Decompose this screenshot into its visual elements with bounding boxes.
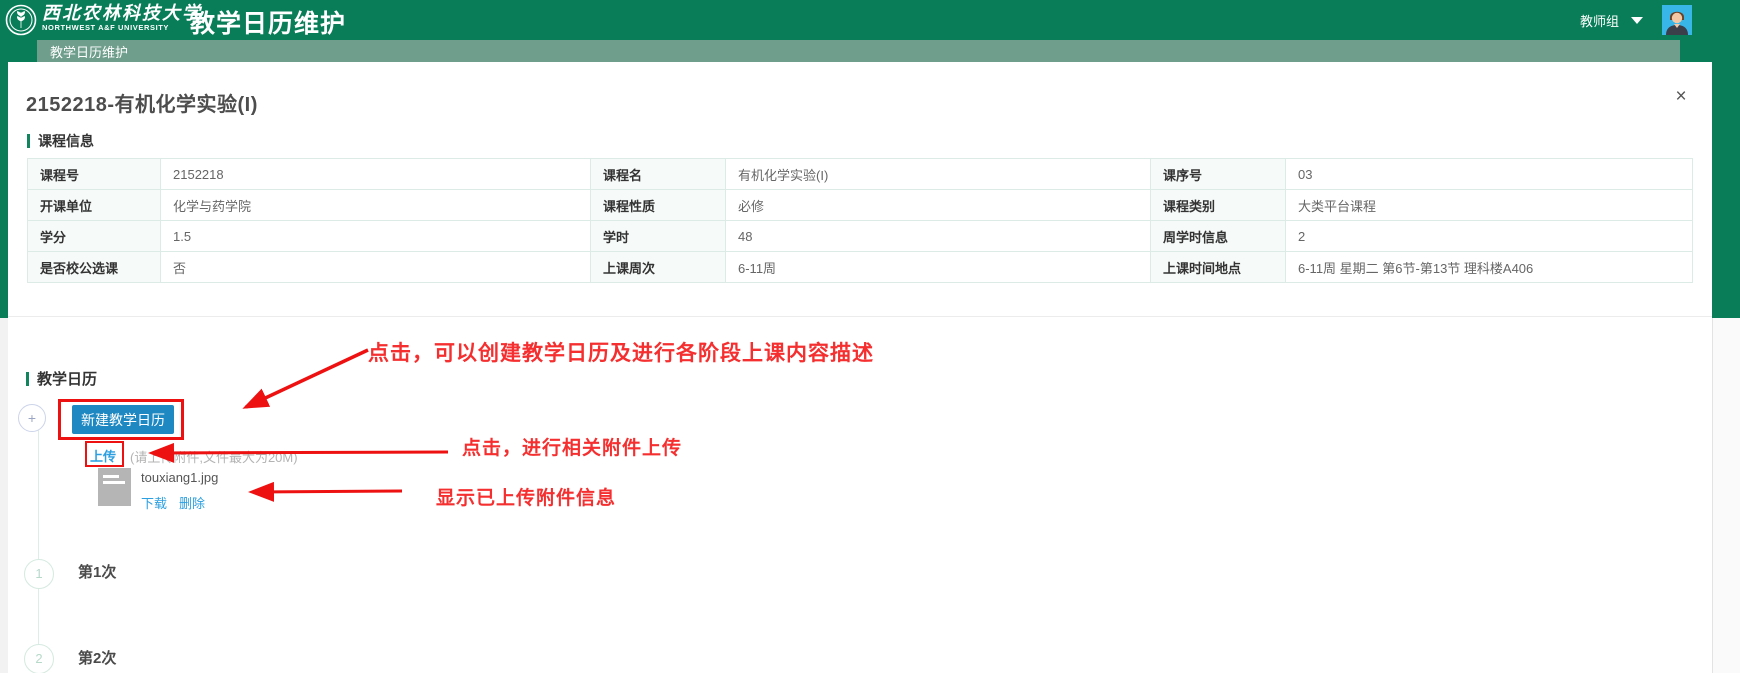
step-label-2: 第2次 <box>78 647 116 668</box>
field-label: 上课时间地点 <box>1151 252 1286 283</box>
section-divider <box>8 316 1712 317</box>
annotation-attachment-hint: 显示已上传附件信息 <box>436 483 616 510</box>
file-icon <box>98 468 131 506</box>
course-info-table: 课程号 2152218 课程名 有机化学实验(I) 课序号 03 开课单位 化学… <box>27 158 1693 283</box>
secondary-nav-bar: 教学日历维护 <box>0 40 1740 62</box>
field-label: 开课单位 <box>28 190 161 221</box>
field-value: 大类平台课程 <box>1286 190 1693 221</box>
timeline-add-node[interactable]: + <box>18 404 46 432</box>
user-role-dropdown[interactable]: 教师组 <box>1580 0 1643 40</box>
field-label: 课程号 <box>28 159 161 190</box>
field-value: 48 <box>726 221 1151 252</box>
background-strip <box>0 62 8 318</box>
field-label: 学分 <box>28 221 161 252</box>
page-title: 教学日历维护 <box>190 4 346 40</box>
attachment-actions: 下载 删除 <box>141 493 205 512</box>
person-icon <box>1662 5 1692 35</box>
university-logo-icon <box>5 4 37 36</box>
section-marker <box>26 372 29 386</box>
user-role-label: 教师组 <box>1580 11 1619 30</box>
timeline-line <box>38 430 39 673</box>
table-row: 开课单位 化学与药学院 课程性质 必修 课程类别 大类平台课程 <box>28 190 1693 221</box>
field-value: 2 <box>1286 221 1693 252</box>
field-label: 上课周次 <box>591 252 726 283</box>
field-value: 6-11周 <box>726 252 1151 283</box>
download-link[interactable]: 下载 <box>141 493 167 512</box>
field-label: 课序号 <box>1151 159 1286 190</box>
course-info-section-title: 课程信息 <box>38 131 94 151</box>
top-header-bar: 西北农林科技大学 NORTHWEST A&F UNIVERSITY 教学日历维护… <box>0 0 1740 40</box>
avatar[interactable] <box>1662 5 1692 35</box>
background-strip <box>1712 318 1740 673</box>
field-value: 1.5 <box>161 221 591 252</box>
section-marker <box>27 134 30 148</box>
calendar-section-title: 教学日历 <box>37 368 97 389</box>
field-value: 必修 <box>726 190 1151 221</box>
course-detail-panel <box>8 62 1712 673</box>
nav-bar-fill: 教学日历维护 <box>37 40 1680 62</box>
field-label: 学时 <box>591 221 726 252</box>
tab-teaching-calendar[interactable]: 教学日历维护 <box>50 40 128 62</box>
table-row: 课程号 2152218 课程名 有机化学实验(I) 课序号 03 <box>28 159 1693 190</box>
university-name-zh: 西北农林科技大学 <box>42 3 202 23</box>
field-label: 是否校公选课 <box>28 252 161 283</box>
new-calendar-button[interactable]: 新建教学日历 <box>72 405 174 434</box>
table-row: 是否校公选课 否 上课周次 6-11周 上课时间地点 6-11周 星期二 第6节… <box>28 252 1693 283</box>
field-label: 课程名 <box>591 159 726 190</box>
field-value: 03 <box>1286 159 1693 190</box>
field-value: 否 <box>161 252 591 283</box>
table-row: 学分 1.5 学时 48 周学时信息 2 <box>28 221 1693 252</box>
close-icon[interactable]: × <box>1670 86 1692 108</box>
calendar-section-header: 教学日历 <box>26 368 97 389</box>
university-name-en: NORTHWEST A&F UNIVERSITY <box>42 23 202 32</box>
university-name: 西北农林科技大学 NORTHWEST A&F UNIVERSITY <box>42 3 202 32</box>
background-strip <box>0 318 8 673</box>
background-strip <box>1712 62 1740 318</box>
timeline-node-1[interactable]: 1 <box>24 559 54 589</box>
upload-link[interactable]: 上传 <box>90 446 116 465</box>
timeline-node-2[interactable]: 2 <box>24 644 54 673</box>
field-label: 课程性质 <box>591 190 726 221</box>
attachment-filename: touxiang1.jpg <box>141 470 218 485</box>
delete-link[interactable]: 删除 <box>179 493 205 512</box>
course-info-section-header: 课程信息 <box>27 131 94 151</box>
annotation-upload-hint: 点击，进行相关附件上传 <box>462 433 682 460</box>
field-value: 有机化学实验(I) <box>726 159 1151 190</box>
field-value: 6-11周 星期二 第6节-第13节 理科楼A406 <box>1286 252 1693 283</box>
field-label: 周学时信息 <box>1151 221 1286 252</box>
course-title: 2152218-有机化学实验(I) <box>26 88 258 117</box>
chevron-down-icon <box>1631 17 1643 24</box>
field-label: 课程类别 <box>1151 190 1286 221</box>
upload-hint-text: (请上传附件,文件最大为20M) <box>130 447 298 466</box>
teaching-calendar-page: 西北农林科技大学 NORTHWEST A&F UNIVERSITY 教学日历维护… <box>0 0 1740 673</box>
step-label-1: 第1次 <box>78 561 116 582</box>
annotation-create-hint: 点击，可以创建教学日历及进行各阶段上课内容描述 <box>368 337 874 367</box>
field-value: 2152218 <box>161 159 591 190</box>
field-value: 化学与药学院 <box>161 190 591 221</box>
